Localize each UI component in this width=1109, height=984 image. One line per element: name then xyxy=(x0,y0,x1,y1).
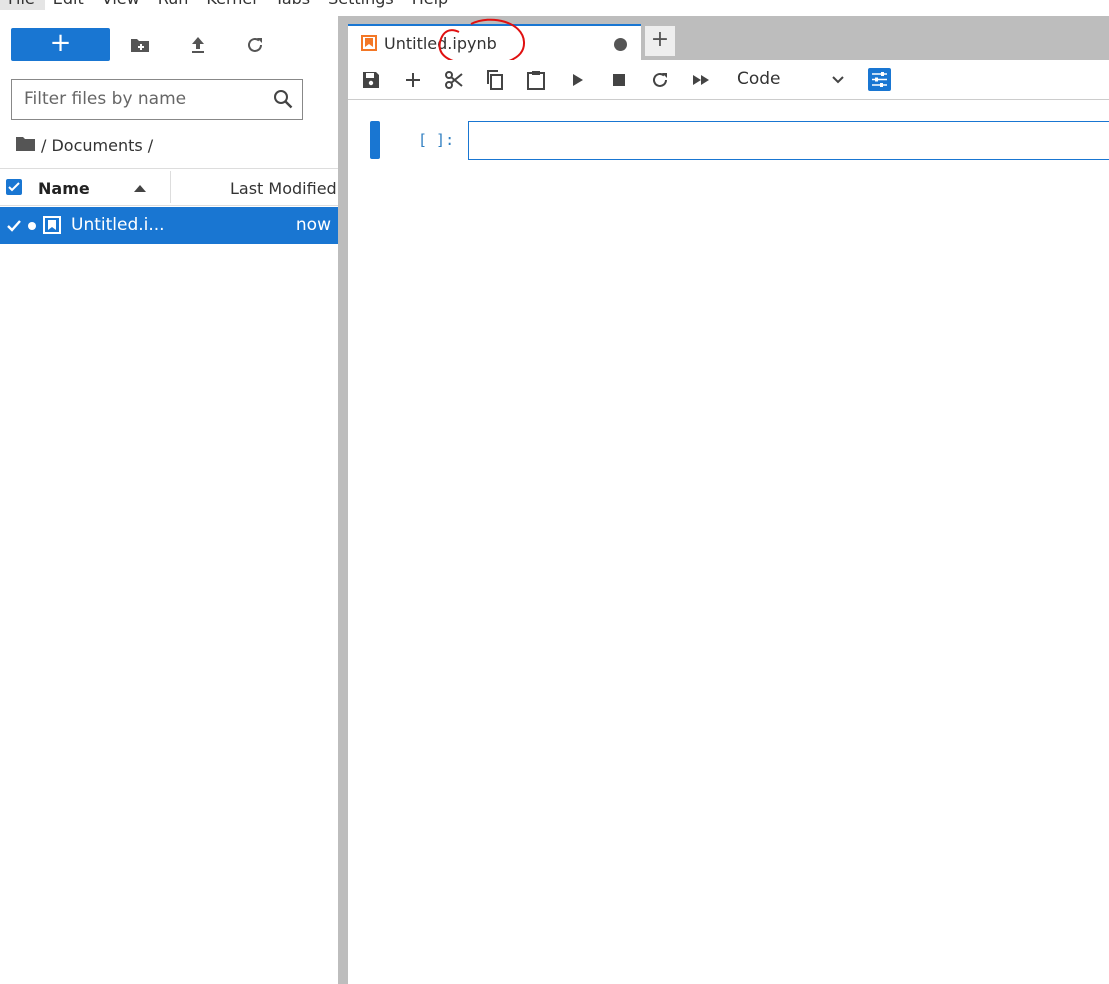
unsaved-indicator-icon[interactable] xyxy=(614,38,627,51)
new-launcher-button[interactable]: + xyxy=(11,28,110,61)
column-header-last-modified[interactable]: Last Modified xyxy=(230,179,338,198)
menubar: File Edit View Run Kernel Tabs Settings … xyxy=(0,0,1109,10)
add-tab-button[interactable]: + xyxy=(645,26,675,56)
select-all-checkbox[interactable] xyxy=(6,179,22,195)
sidebar-splitter[interactable] xyxy=(338,16,348,984)
property-inspector-icon[interactable] xyxy=(868,68,891,91)
breadcrumb: / Documents / xyxy=(16,133,153,157)
filter-input[interactable] xyxy=(12,80,252,118)
cell-prompt: [ ]: xyxy=(418,131,455,149)
copy-icon[interactable] xyxy=(483,68,507,92)
cell-type-select[interactable]: Code xyxy=(737,69,849,93)
menu-run[interactable]: Run xyxy=(150,0,199,10)
notebook-icon xyxy=(43,216,61,239)
menu-tabs[interactable]: Tabs xyxy=(267,0,320,10)
new-folder-icon[interactable] xyxy=(128,33,152,57)
column-divider[interactable] xyxy=(170,171,171,203)
upload-icon[interactable] xyxy=(186,33,210,57)
file-browser: + / Documents / Name Last Modified xyxy=(0,16,338,984)
save-icon[interactable] xyxy=(359,68,383,92)
file-filter xyxy=(11,79,303,120)
menu-edit[interactable]: Edit xyxy=(45,0,94,10)
breadcrumb-path[interactable]: / Documents / xyxy=(41,136,153,155)
sort-ascending-icon xyxy=(134,185,146,192)
search-icon xyxy=(272,88,294,114)
stop-icon[interactable] xyxy=(607,68,631,92)
refresh-icon[interactable] xyxy=(243,33,267,57)
paste-icon[interactable] xyxy=(524,68,548,92)
run-all-icon[interactable] xyxy=(689,68,713,92)
running-indicator-icon xyxy=(28,222,36,230)
menu-settings[interactable]: Settings xyxy=(320,0,404,10)
menu-file[interactable]: File xyxy=(0,0,45,10)
notebook-icon xyxy=(361,35,377,55)
tab-untitled-ipynb[interactable]: Untitled.ipynb xyxy=(348,24,641,60)
column-header-name[interactable]: Name xyxy=(38,179,90,198)
notebook-toolbar: Code xyxy=(348,60,1109,100)
restart-kernel-icon[interactable] xyxy=(648,68,672,92)
cell-editor[interactable] xyxy=(468,121,1109,160)
cut-icon[interactable] xyxy=(442,68,466,92)
file-row[interactable]: Untitled.i... now xyxy=(0,207,338,244)
menu-view[interactable]: View xyxy=(94,0,150,10)
file-list-header: Name Last Modified xyxy=(0,168,338,206)
insert-cell-icon[interactable] xyxy=(401,68,425,92)
cell-collapser[interactable] xyxy=(370,121,380,159)
checkmark-icon[interactable] xyxy=(6,218,22,238)
folder-icon[interactable] xyxy=(16,136,35,155)
tab-bar: Untitled.ipynb + xyxy=(348,16,1109,60)
tab-label: Untitled.ipynb xyxy=(384,34,497,53)
run-icon[interactable] xyxy=(566,68,590,92)
file-modified: now xyxy=(295,215,331,235)
chevron-down-icon xyxy=(831,72,845,92)
menu-help[interactable]: Help xyxy=(404,0,458,10)
menu-kernel[interactable]: Kernel xyxy=(198,0,266,10)
cell-type-value: Code xyxy=(737,69,781,89)
file-name: Untitled.i... xyxy=(71,215,165,235)
